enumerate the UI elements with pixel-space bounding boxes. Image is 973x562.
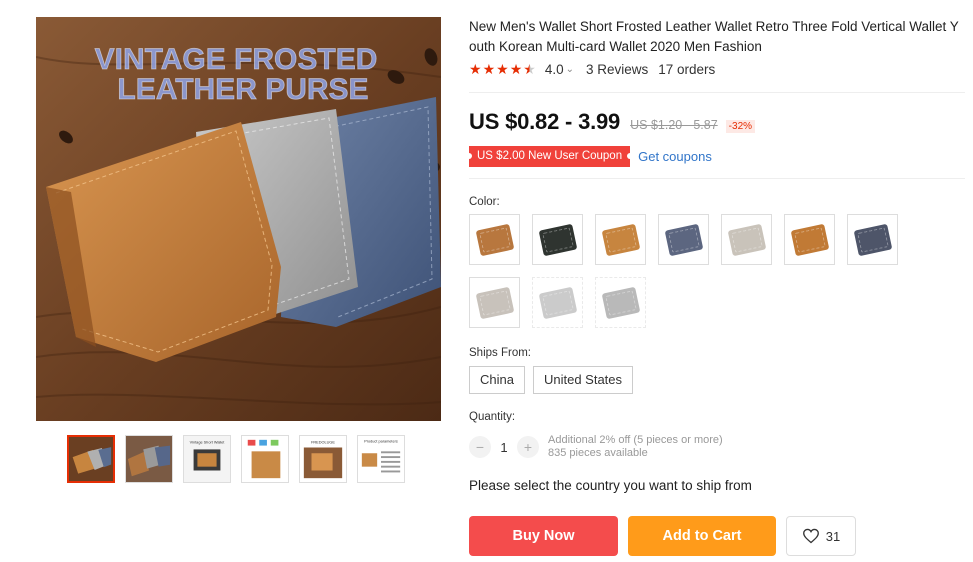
color-swatch-7[interactable]	[847, 214, 898, 265]
star-rating: ★ ★ ★ ★ ★	[469, 61, 536, 77]
rating-value[interactable]: 4.0	[545, 62, 564, 77]
wallet-thumbnail	[475, 223, 514, 256]
color-swatch-3[interactable]	[595, 214, 646, 265]
quantity-info: Additional 2% off (5 pieces or more) 835…	[548, 434, 723, 460]
divider	[469, 178, 965, 179]
star-icon: ★	[469, 61, 482, 77]
wallet-thumbnail	[538, 223, 577, 256]
color-label: Color:	[469, 196, 500, 208]
star-icon: ★	[482, 61, 496, 77]
wallet-photo: VINTAGE FROSTED LEATHER PURSE	[36, 17, 441, 421]
color-swatch-8[interactable]	[469, 277, 520, 328]
thumb-caption-2: FREDOLUGE	[311, 441, 335, 445]
half-star-icon: ★	[523, 61, 536, 77]
get-coupons-link[interactable]: Get coupons	[638, 149, 712, 164]
pieces-available-text: 835 pieces available	[548, 447, 648, 459]
product-main-image[interactable]: VINTAGE FROSTED LEATHER PURSE	[36, 17, 441, 421]
reviews-link[interactable]: 3 Reviews	[586, 62, 648, 77]
thumbnail-strip: Vintage Short Wallet FREDOLUGE Product p…	[67, 435, 405, 483]
ship-from-united-states-button[interactable]: United States	[532, 366, 634, 394]
wishlist-count: 31	[825, 528, 841, 544]
thumbnail-6[interactable]: Product parameters	[357, 435, 405, 483]
ship-from-china-button[interactable]: China	[469, 366, 525, 394]
buy-now-button[interactable]: Buy Now	[469, 516, 618, 556]
coupon-row: US $2.00 New User Coupon Get coupons	[465, 146, 712, 167]
ships-from-options: China United States	[469, 366, 634, 394]
wallet-thumbnail	[538, 286, 577, 319]
price-row: US $0.82 - 3.99 US $1.20 - 5.87 -32%	[469, 109, 756, 135]
chevron-down-icon[interactable]: ⌄	[566, 64, 574, 75]
quantity-value[interactable]: 1	[491, 440, 517, 455]
divider	[469, 92, 965, 93]
current-price: US $0.82 - 3.99	[469, 109, 621, 134]
thumb-caption-1: Vintage Short Wallet	[190, 441, 226, 445]
thumb-caption-3: Product parameters	[364, 440, 398, 444]
thumbnail-1[interactable]	[67, 435, 115, 483]
wallet-thumbnail	[727, 223, 766, 256]
purchase-actions: Buy Now Add to Cart 31	[469, 516, 856, 556]
color-swatch-9[interactable]	[532, 277, 583, 328]
quantity-stepper: − 1 + Additional 2% off (5 pieces or mor…	[469, 434, 723, 460]
star-icon: ★	[509, 61, 523, 77]
overlay-text-line2: LEATHER PURSE	[117, 73, 368, 106]
add-to-cart-button[interactable]: Add to Cart	[628, 516, 776, 556]
wallet-thumbnail	[475, 286, 514, 319]
wallet-thumbnail	[601, 223, 640, 256]
orders-count: 17 orders	[658, 61, 716, 77]
wallet-thumbnail	[664, 223, 703, 256]
discount-badge: -32%	[725, 120, 756, 133]
ships-from-label: Ships From:	[469, 347, 531, 359]
wallet-thumbnail	[601, 286, 640, 319]
wishlist-button[interactable]: 31	[786, 516, 856, 556]
original-price: US $1.20 - 5.87	[630, 118, 718, 132]
wallet-thumbnail	[790, 223, 829, 256]
thumbnail-3[interactable]: Vintage Short Wallet	[183, 435, 231, 483]
decrease-quantity-button[interactable]: −	[469, 436, 491, 458]
new-user-coupon-badge[interactable]: US $2.00 New User Coupon	[465, 146, 634, 167]
heart-icon	[802, 528, 819, 544]
increase-quantity-button[interactable]: +	[517, 436, 539, 458]
thumbnail-2[interactable]	[125, 435, 173, 483]
color-swatch-1[interactable]	[469, 214, 520, 265]
color-swatch-2[interactable]	[532, 214, 583, 265]
ship-from-note: Please select the country you want to sh…	[469, 478, 752, 493]
thumbnail-4[interactable]	[241, 435, 289, 483]
rating-row: ★ ★ ★ ★ ★ 4.0 ⌄ 3 Reviews 17 orders	[469, 61, 715, 77]
wallet-thumbnail	[853, 223, 892, 256]
star-icon: ★	[496, 61, 509, 77]
quantity-label: Quantity:	[469, 411, 516, 423]
color-swatch-6[interactable]	[784, 214, 835, 265]
overlay-text-line1: VINTAGE FROSTED	[95, 43, 378, 76]
product-title: New Men's Wallet Short Frosted Leather W…	[469, 19, 959, 54]
thumbnail-5[interactable]: FREDOLUGE	[299, 435, 347, 483]
bulk-discount-text: Additional 2% off (5 pieces or more)	[548, 434, 723, 446]
color-swatch-4[interactable]	[658, 214, 709, 265]
color-swatch-5[interactable]	[721, 214, 772, 265]
color-swatch-10[interactable]	[595, 277, 646, 328]
color-swatch-list	[469, 214, 909, 328]
